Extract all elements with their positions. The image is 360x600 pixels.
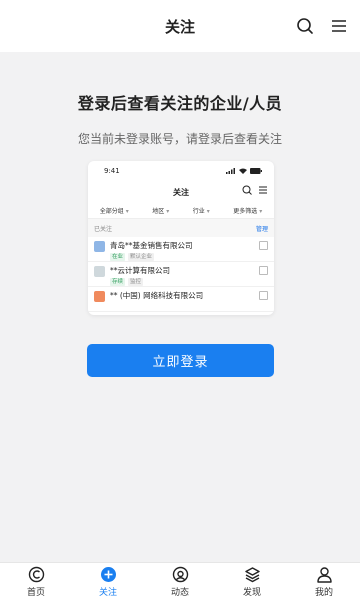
- menu-icon[interactable]: [328, 15, 350, 37]
- group-tag: 监控: [128, 278, 144, 286]
- header-actions: [294, 0, 350, 52]
- tab-label: 我的: [314, 587, 333, 598]
- home-icon: [27, 566, 45, 584]
- preview-filter: 更多筛选: [233, 206, 262, 215]
- group-tag: 默认企业: [128, 253, 155, 261]
- top-header: 关注: [0, 0, 360, 52]
- user-icon: [315, 566, 333, 584]
- search-icon[interactable]: [294, 15, 316, 37]
- tab-follow[interactable]: 关注: [78, 566, 138, 598]
- login-prompt-subline: 您当前未登录账号，请登录后查看关注: [77, 132, 282, 146]
- tab-mine[interactable]: 我的: [294, 566, 354, 598]
- tab-activity[interactable]: 动态: [150, 566, 210, 598]
- company-logo: [94, 241, 105, 252]
- tab-label: 发现: [242, 587, 261, 598]
- preview-menu-icon: [259, 186, 267, 194]
- login-prompt-headline: 登录后查看关注的企业/人员: [77, 94, 283, 113]
- preview-followed-label: 已关注: [94, 225, 113, 233]
- login-button[interactable]: 立即登录: [87, 344, 274, 377]
- preview-followed-bar: 已关注 管理: [88, 219, 274, 237]
- edit-icon: [259, 291, 268, 300]
- edit-icon: [259, 266, 268, 275]
- edit-icon: [259, 241, 268, 250]
- status-tag: 在业: [110, 253, 126, 261]
- signal-icon: [226, 168, 235, 174]
- preview-system-icons: [226, 168, 262, 174]
- wifi-icon: [239, 168, 247, 174]
- company-name: 青岛**基金销售有限公司: [110, 241, 193, 250]
- preview-time: 9:41: [104, 167, 120, 175]
- company-name: **云计算有限公司: [110, 266, 170, 275]
- company-name: ** (中国) 网络科技有限公司: [110, 291, 204, 300]
- preview-manage-link: 管理: [255, 225, 268, 233]
- preview-filter: 地区: [152, 206, 169, 215]
- company-logo: [94, 291, 105, 302]
- preview-nav-title: 关注: [173, 187, 189, 197]
- preview-list-item: 青岛**基金销售有限公司 在业 默认企业: [88, 237, 274, 262]
- preview-search-icon: [242, 185, 252, 195]
- page-title: 关注: [164, 17, 195, 36]
- main-content: 登录后查看关注的企业/人员 您当前未登录账号，请登录后查看关注 9:41 关注 …: [0, 52, 360, 562]
- plus-circle-icon: [99, 566, 117, 584]
- tab-label: 关注: [98, 587, 117, 598]
- tab-label: 首页: [26, 587, 45, 598]
- preview-filter-bar: 全部分组 地区 行业 更多筛选: [88, 203, 274, 219]
- feature-preview-image: 9:41 关注 全部分组 地区 行业 更多筛选 已关注 管理: [88, 161, 274, 315]
- company-logo: [94, 266, 105, 277]
- bottom-tab-bar: 首页 关注 动态 发现 我的: [0, 562, 360, 600]
- preview-list-item: **云计算有限公司 存续 监控: [88, 262, 274, 287]
- preview-filter: 行业: [193, 206, 210, 215]
- status-tag: 存续: [110, 278, 126, 286]
- preview-nav: 关注: [88, 181, 274, 203]
- tab-label: 动态: [170, 587, 189, 598]
- preview-list-item: ** (中国) 网络科技有限公司: [88, 287, 274, 312]
- activity-icon: [171, 566, 189, 584]
- preview-filter: 全部分组: [100, 206, 129, 215]
- tab-discover[interactable]: 发现: [222, 566, 282, 598]
- tab-home[interactable]: 首页: [6, 566, 66, 598]
- battery-icon: [250, 168, 262, 174]
- layers-icon: [243, 566, 261, 584]
- preview-nav-icons: [242, 185, 268, 195]
- preview-status-bar: 9:41: [88, 161, 274, 181]
